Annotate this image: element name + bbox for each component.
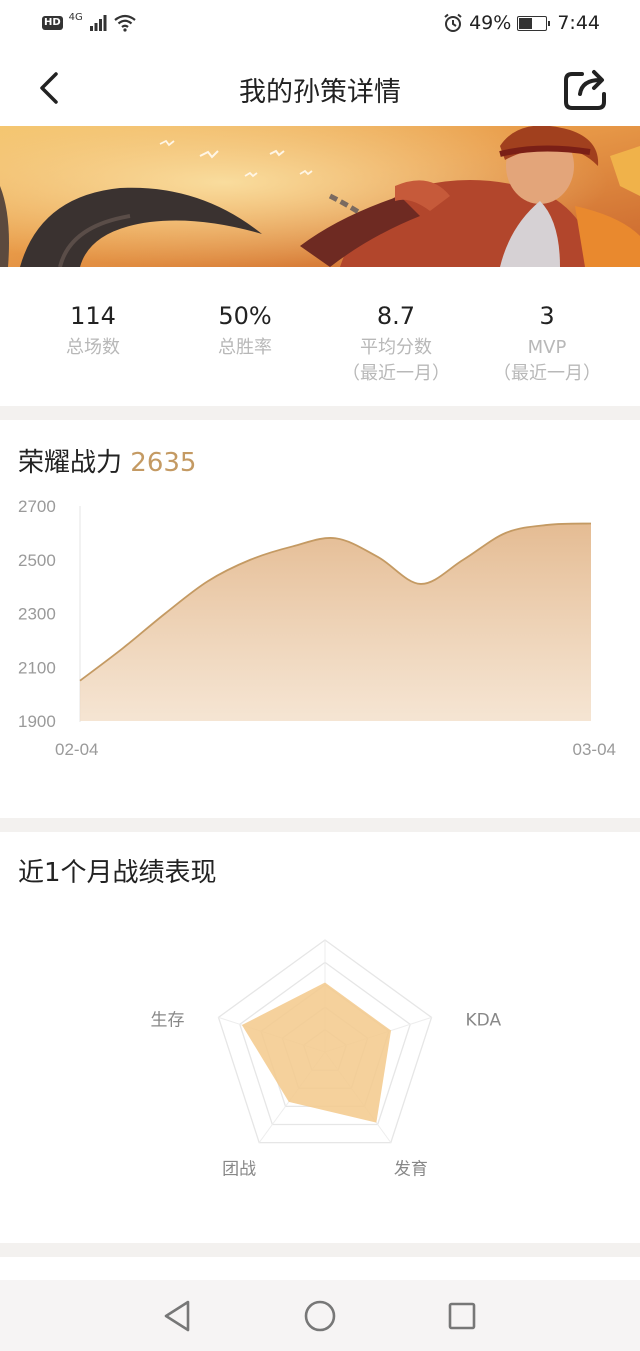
status-bar: HD 4G 49% 7:44 bbox=[0, 0, 640, 52]
stat-value: 50% bbox=[218, 302, 272, 330]
section-divider bbox=[0, 406, 640, 420]
stat-value: 8.7 bbox=[376, 302, 416, 330]
alarm-icon bbox=[444, 13, 462, 32]
signal-icon bbox=[89, 15, 107, 31]
chart-y-tick: 2700 bbox=[18, 497, 56, 516]
power-value: 2635 bbox=[130, 448, 197, 478]
performance-title: 近1个月战绩表现 bbox=[18, 858, 217, 888]
status-right: 49% 7:44 bbox=[443, 12, 600, 34]
stat-label: 总场数 bbox=[66, 337, 120, 358]
power-title: 荣耀战力 2635 bbox=[18, 442, 196, 479]
battery-icon bbox=[517, 15, 551, 31]
network-type: 4G bbox=[68, 11, 83, 23]
stat-mvp: 3 MVP （最近一月） bbox=[467, 300, 627, 386]
stat-win-rate: 50% 总胜率 bbox=[165, 300, 325, 362]
power-title-label: 荣耀战力 bbox=[18, 448, 123, 478]
stat-label: 平均分数 bbox=[360, 337, 432, 358]
status-left: HD 4G bbox=[42, 11, 137, 32]
radar-axis-label: KDA bbox=[466, 1010, 502, 1030]
title-bar: 我的孙策详情 bbox=[0, 52, 640, 126]
radar-chart: 输出KDA发育团战生存 bbox=[150, 939, 502, 1180]
battery-percent: 49% bbox=[469, 12, 512, 34]
stat-avg-score: 8.7 平均分数 （最近一月） bbox=[316, 300, 476, 386]
chart-x-tick: 03-04 bbox=[573, 740, 616, 759]
chart-y-tick: 1900 bbox=[18, 712, 56, 731]
chart-y-tick: 2100 bbox=[18, 658, 56, 677]
square-recents-icon bbox=[448, 1302, 476, 1330]
page: HD 4G 49% 7:44 我的孙策详情 114 总场数 50% 总胜率 8.… bbox=[0, 0, 640, 1351]
stat-sub: （最近一月） bbox=[493, 363, 601, 384]
section-divider bbox=[0, 818, 640, 832]
radar-axis-label: 发育 bbox=[394, 1160, 428, 1180]
chart-y-tick: 2500 bbox=[18, 551, 56, 570]
radar-axis-label: 团战 bbox=[222, 1160, 256, 1180]
share-button[interactable] bbox=[560, 64, 612, 114]
hd-badge: HD bbox=[42, 16, 63, 30]
hero-artwork bbox=[0, 126, 640, 267]
hero-banner bbox=[0, 126, 640, 267]
stats-row: 114 总场数 50% 总胜率 8.7 平均分数 （最近一月） 3 MVP （最… bbox=[0, 280, 640, 405]
radar-axis-label: 生存 bbox=[150, 1010, 184, 1030]
chart-area bbox=[80, 523, 591, 721]
nav-recents-button[interactable] bbox=[440, 1294, 484, 1338]
triangle-back-icon bbox=[164, 1300, 190, 1332]
clock: 7:44 bbox=[557, 12, 600, 34]
nav-home-button[interactable] bbox=[298, 1294, 342, 1338]
stat-label: MVP bbox=[527, 337, 567, 358]
stat-value: 114 bbox=[70, 302, 116, 330]
chart-y-tick: 2300 bbox=[18, 605, 56, 624]
stat-total-games: 114 总场数 bbox=[13, 300, 173, 362]
power-chart: 2700 2500 2300 2100 1900 02-04 03-04 bbox=[18, 497, 616, 759]
nav-back-button[interactable] bbox=[156, 1294, 200, 1338]
share-icon bbox=[564, 70, 606, 110]
stat-value: 3 bbox=[539, 302, 555, 330]
section-divider bbox=[0, 1243, 640, 1257]
battery-fill bbox=[519, 17, 533, 29]
page-title: 我的孙策详情 bbox=[239, 77, 401, 108]
system-nav-bar bbox=[0, 1280, 640, 1351]
wifi-icon bbox=[114, 14, 136, 32]
chart-x-tick: 02-04 bbox=[55, 740, 98, 759]
stat-sub: （最近一月） bbox=[342, 363, 450, 384]
circle-home-icon bbox=[304, 1300, 336, 1332]
stat-label: 总胜率 bbox=[218, 337, 272, 358]
